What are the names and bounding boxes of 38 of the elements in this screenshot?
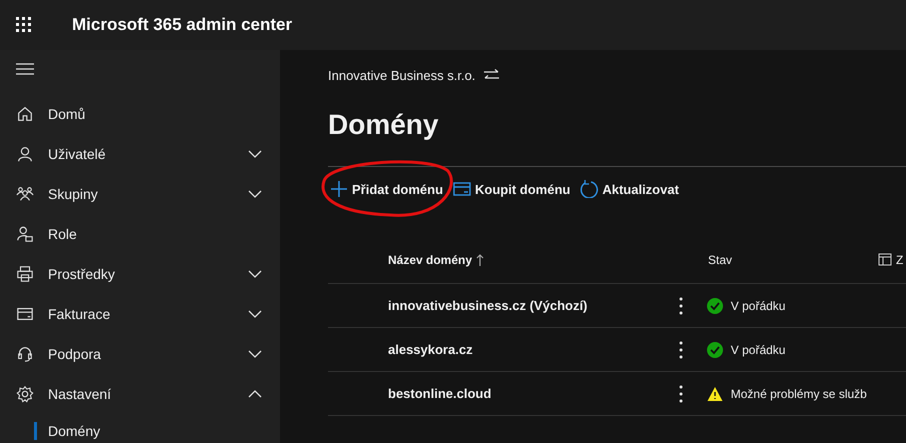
people-icon [16,185,34,203]
sidebar-item[interactable]: Uživatelé [0,134,280,174]
toolbar-button[interactable]: Aktualizovat [578,173,681,205]
switch-icon[interactable] [483,69,500,81]
table-cell: innovativebusiness.cz (Výchozí) [388,298,588,313]
home-icon [16,105,34,123]
app-title: Microsoft 365 admin center [72,15,292,35]
gear-icon [16,385,34,403]
menu-icon[interactable] [16,62,34,76]
status-text: Možné problémy se služb [730,386,867,400]
sidebar-item[interactable]: Nastavení [0,374,280,414]
column-header[interactable]: Název domény [388,252,472,266]
status-text: V pořádku [730,298,786,312]
printer-icon [16,265,34,283]
plus-icon [330,180,348,198]
column-header[interactable]: Z [896,252,904,266]
sidebar-item[interactable]: Podpora [0,334,280,374]
headset-icon [16,345,34,363]
app-launcher-icon[interactable] [16,17,32,33]
sidebar-item[interactable]: Role [0,214,280,254]
sidebar-item[interactable]: Fakturace [0,294,280,334]
toolbar-button[interactable]: Koupit doménu [451,173,572,205]
sidebar-item[interactable]: Skupiny [0,174,280,214]
table-cell: alessykora.cz [388,342,473,357]
person-icon [16,145,34,163]
refresh-icon [580,180,598,198]
card-icon [453,180,472,198]
sidebar-item[interactable]: Domů [0,94,280,134]
table-cell: bestonline.cloud [388,386,492,401]
organization-name: Innovative Business s.r.o. [328,68,476,82]
page-title: Domény [328,108,440,142]
card-icon [16,305,34,323]
status-text: V pořádku [730,342,786,356]
sidebar-subitem[interactable]: Domény [0,414,280,443]
person-briefcase-icon [16,225,34,243]
sidebar-item[interactable]: Prostředky [0,254,280,294]
column-header[interactable]: Stav [708,252,732,266]
table-settings-icon[interactable] [878,253,892,266]
